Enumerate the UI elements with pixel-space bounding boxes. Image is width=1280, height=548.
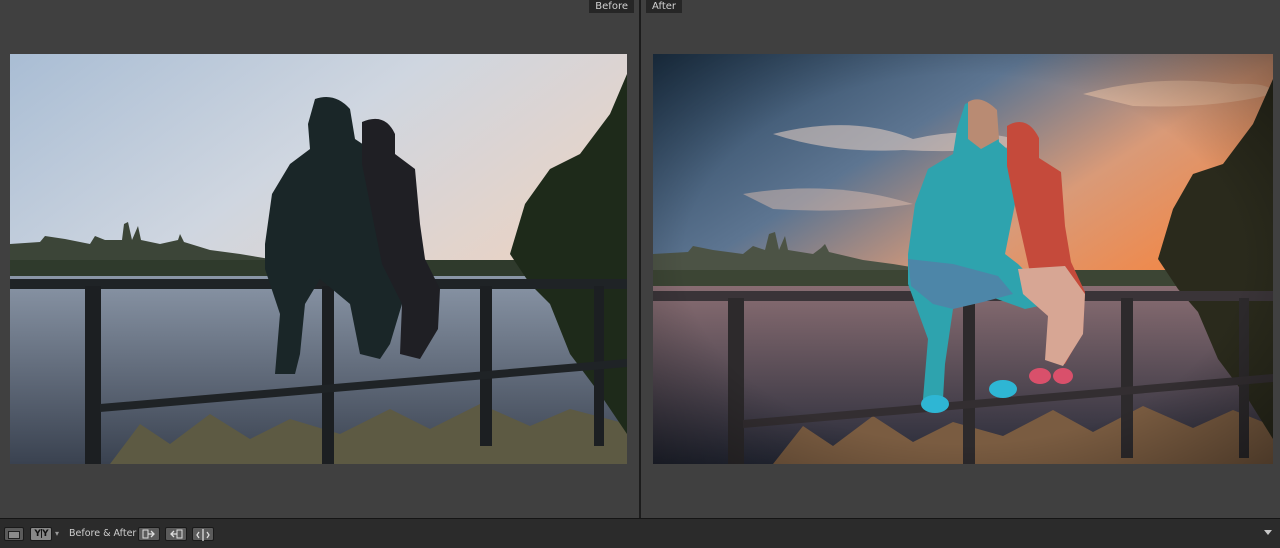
after-photo[interactable] <box>653 54 1273 464</box>
copy-settings-left-to-right-icon <box>142 529 155 539</box>
copy-settings-right-to-left-icon <box>170 529 183 539</box>
swap-before-after-button[interactable] <box>192 527 214 541</box>
toolbar: Y|Y ▾ Before & After : <box>0 518 1280 548</box>
before-pane: Before <box>0 0 639 518</box>
compare-view-icon: Y|Y <box>34 529 48 539</box>
before-photo[interactable] <box>10 54 627 464</box>
copy-before-to-after-button[interactable] <box>138 527 160 541</box>
loupe-view-icon <box>8 531 20 539</box>
before-after-label: Before & After : <box>69 528 143 539</box>
before-photo-image <box>10 54 627 464</box>
before-label: Before <box>589 0 634 13</box>
after-pane: After <box>641 0 1280 518</box>
view-mode-dropdown-icon[interactable]: ▾ <box>55 527 59 541</box>
loupe-view-button[interactable] <box>4 527 24 541</box>
swap-before-after-icon <box>196 529 210 541</box>
copy-after-to-before-button[interactable] <box>165 527 187 541</box>
after-label: After <box>646 0 683 13</box>
after-photo-image <box>653 54 1273 464</box>
compare-view-button[interactable]: Y|Y <box>30 527 52 541</box>
toolbar-menu-icon[interactable] <box>1264 530 1272 535</box>
